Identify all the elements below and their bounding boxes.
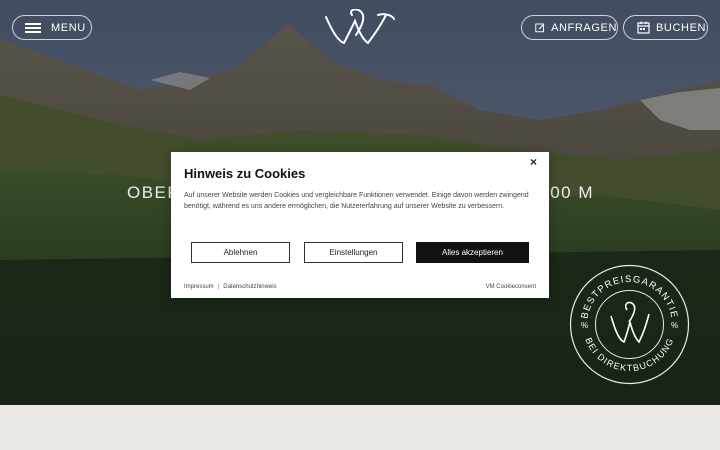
- menu-button[interactable]: MENU: [12, 15, 92, 40]
- bestpreisgarantie-badge[interactable]: BESTPREISGARANTIE BEI DIREKTBUCHUNG % %: [569, 264, 690, 385]
- hamburger-icon: [25, 23, 41, 33]
- cookie-dialog-footer-links: Impressum | Datenschutzhinweis: [184, 284, 277, 290]
- buchen-label: BUCHEN: [656, 21, 707, 34]
- cookie-dialog-text: Auf unserer Website werden Cookies und v…: [184, 192, 529, 210]
- content-section: [0, 405, 720, 450]
- impressum-link[interactable]: Impressum: [184, 284, 214, 290]
- badge-bottom-text: BEI DIREKTBUCHUNG: [583, 336, 675, 373]
- accept-all-button[interactable]: Alles akzeptieren: [416, 242, 529, 263]
- cookie-dialog-title: Hinweis zu Cookies: [184, 166, 306, 181]
- badge-percent-right: %: [671, 321, 678, 330]
- settings-button[interactable]: Einstellungen: [304, 242, 403, 263]
- close-icon[interactable]: ×: [530, 155, 537, 169]
- anfragen-label: ANFRAGEN: [551, 21, 617, 34]
- link-separator: |: [217, 284, 220, 290]
- datenschutz-link[interactable]: Datenschutzhinweis: [223, 284, 276, 290]
- badge-percent-left: %: [581, 321, 588, 330]
- buchen-button[interactable]: BUCHEN: [623, 15, 708, 40]
- edit-icon: [535, 23, 545, 33]
- hotel-logo[interactable]: [322, 9, 398, 47]
- cookie-consent-dialog: × Hinweis zu Cookies Auf unserer Website…: [171, 152, 549, 298]
- cookie-provider-link[interactable]: VM Cookieconsent: [486, 284, 536, 290]
- decline-button[interactable]: Ablehnen: [191, 242, 290, 263]
- anfragen-button[interactable]: ANFRAGEN: [521, 15, 618, 40]
- badge-logo-icon: [610, 301, 650, 344]
- calendar-icon: [637, 21, 650, 34]
- badge-top-text: BESTPREISGARANTIE: [579, 274, 679, 320]
- menu-label: MENU: [51, 21, 86, 34]
